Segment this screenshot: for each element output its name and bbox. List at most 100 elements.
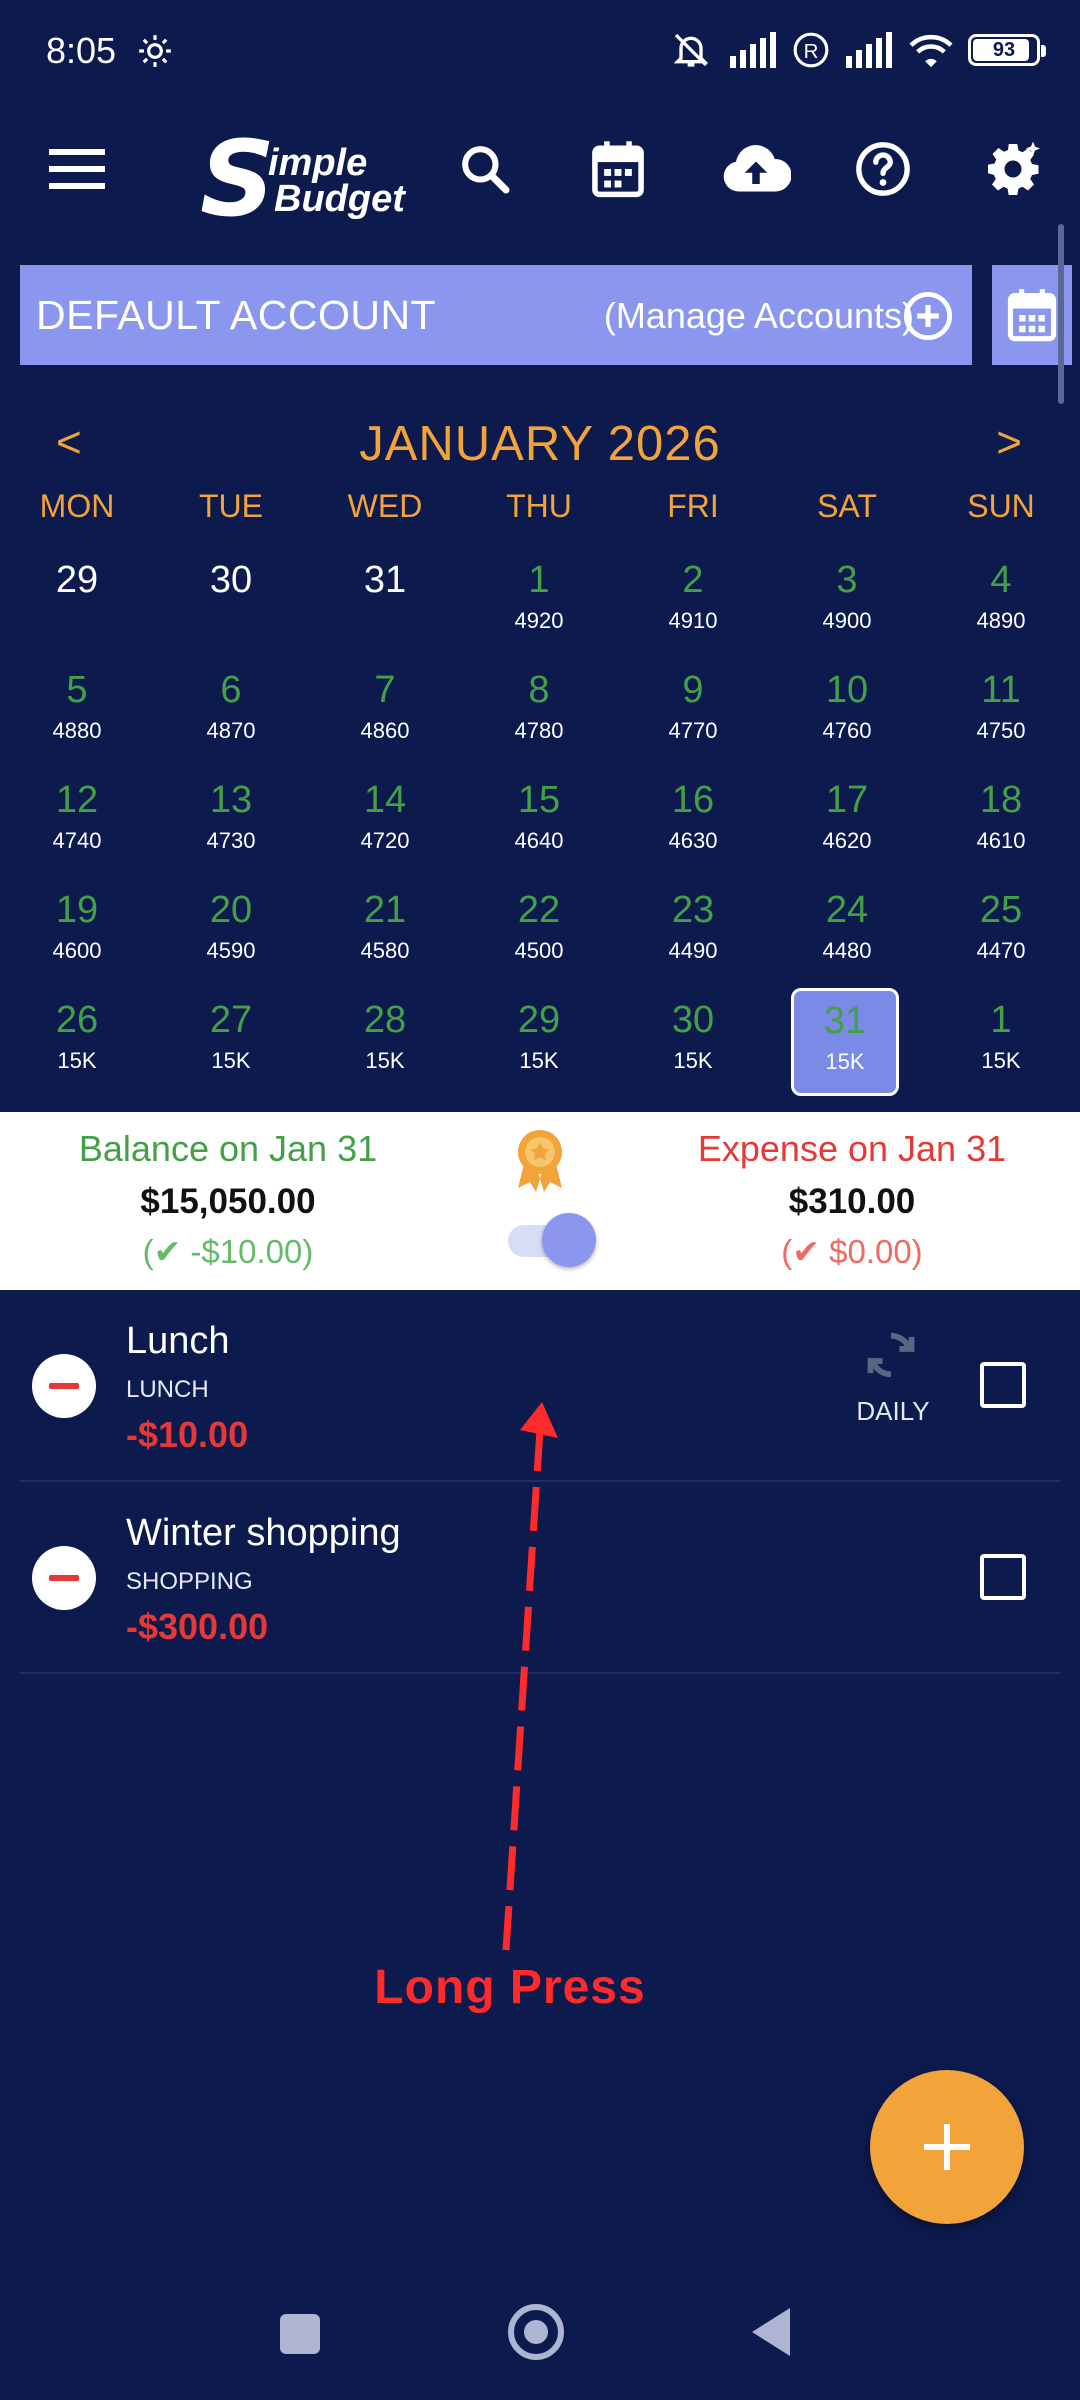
expense-amount: $310.00 <box>788 1182 916 1221</box>
day-number: 29 <box>517 999 561 1041</box>
delete-transaction-button[interactable] <box>32 1354 96 1418</box>
day-number: 12 <box>55 779 99 821</box>
add-circle-icon[interactable] <box>902 290 954 342</box>
calendar-day[interactable]: 6 4870 <box>177 660 285 768</box>
calendar-day[interactable]: 23 4490 <box>639 880 747 988</box>
system-nav-bar <box>0 2280 1080 2400</box>
day-balance: 4780 <box>514 718 564 743</box>
day-number: 7 <box>374 669 396 711</box>
settings-button[interactable] <box>978 134 1048 204</box>
calendar-day[interactable]: 5 4880 <box>23 660 131 768</box>
calendar-day[interactable]: 24 4480 <box>793 880 901 988</box>
transaction-checkbox[interactable] <box>980 1554 1026 1600</box>
add-transaction-button[interactable] <box>870 2070 1024 2224</box>
status-time: 8:05 <box>46 30 117 71</box>
day-number: 1 <box>528 559 550 601</box>
transaction-category: LUNCH <box>126 1376 209 1403</box>
toggle-knob <box>542 1213 596 1267</box>
transaction-amount: -$10.00 <box>126 1414 249 1455</box>
repeat-frequency: DAILY <box>856 1396 930 1426</box>
logo-letter: S <box>200 118 275 240</box>
recent-apps-button[interactable] <box>280 2314 320 2354</box>
calendar-day[interactable]: 25 4470 <box>947 880 1055 988</box>
calendar-day[interactable]: 22 4500 <box>485 880 593 988</box>
next-month-button[interactable]: > <box>996 418 1022 468</box>
weekday-label: MON <box>39 488 115 524</box>
calendar-day[interactable]: 11 4750 <box>947 660 1055 768</box>
calendar-button[interactable] <box>583 134 653 204</box>
day-number: 28 <box>363 999 407 1041</box>
app-logo: S imple Budget <box>200 118 420 240</box>
calendar-day[interactable]: 26 15K <box>23 990 131 1098</box>
weekday-label: FRI <box>667 488 719 524</box>
transaction-checkbox[interactable] <box>980 1362 1026 1408</box>
day-balance: 4590 <box>206 938 256 963</box>
calendar-day[interactable]: 14 4720 <box>331 770 439 878</box>
calendar-day[interactable]: 19 4600 <box>23 880 131 988</box>
calendar-day[interactable]: 1 4920 <box>485 550 593 658</box>
day-balance: 4640 <box>514 828 564 853</box>
day-balance: 15K <box>673 1048 713 1073</box>
calendar-day[interactable]: 1 15K <box>947 990 1055 1098</box>
day-number: 10 <box>825 669 869 711</box>
signal-strength-2-icon <box>846 32 892 68</box>
day-number: 11 <box>981 669 1021 711</box>
calendar-day-selected[interactable]: 31 15K <box>791 988 899 1096</box>
day-number: 26 <box>55 999 99 1041</box>
delete-transaction-button[interactable] <box>32 1546 96 1610</box>
calendar-day[interactable]: 10 4760 <box>793 660 901 768</box>
weekday-label: SUN <box>967 488 1035 524</box>
day-balance: 4490 <box>668 938 718 963</box>
day-number: 21 <box>363 889 407 931</box>
day-number: 5 <box>66 669 88 711</box>
calendar-day[interactable]: 9 4770 <box>639 660 747 768</box>
calendar-day[interactable]: 20 4590 <box>177 880 285 988</box>
calendar-day[interactable]: 18 4610 <box>947 770 1055 878</box>
calendar-day[interactable]: 15 4640 <box>485 770 593 878</box>
long-press-arrow-annotation <box>502 1402 558 1951</box>
calendar-day[interactable]: 4 4890 <box>947 550 1055 658</box>
day-number: 30 <box>209 559 253 601</box>
back-button[interactable] <box>752 2308 790 2356</box>
home-button[interactable] <box>508 2304 564 2360</box>
calendar-day[interactable]: 2 4910 <box>639 550 747 658</box>
calendar-day[interactable]: 30 <box>177 550 285 658</box>
day-number: 9 <box>682 669 704 711</box>
weekday-label: SAT <box>817 488 877 524</box>
day-balance: 4890 <box>976 608 1026 633</box>
weekday-label: THU <box>506 488 572 524</box>
day-balance: 4720 <box>360 828 410 853</box>
calendar-day[interactable]: 3 4900 <box>793 550 901 658</box>
weekday-label: WED <box>347 488 423 524</box>
manage-accounts-link[interactable]: (Manage Accounts) <box>604 295 914 337</box>
day-number: 4 <box>990 559 1012 601</box>
cloud-upload-icon <box>723 145 791 192</box>
balance-amount: $15,050.00 <box>140 1182 316 1221</box>
calendar-day[interactable]: 17 4620 <box>793 770 901 878</box>
calendar-day[interactable]: 7 4860 <box>331 660 439 768</box>
day-number: 16 <box>671 779 715 821</box>
calendar-day[interactable]: 8 4780 <box>485 660 593 768</box>
day-balance: 4740 <box>52 828 102 853</box>
help-button[interactable] <box>848 134 918 204</box>
balance-title: Balance on Jan 31 <box>78 1128 378 1169</box>
calendar-day[interactable]: 16 4630 <box>639 770 747 878</box>
search-button[interactable] <box>450 134 520 204</box>
menu-button[interactable] <box>42 134 112 204</box>
day-balance: 4610 <box>976 828 1026 853</box>
calendar-day[interactable]: 21 4580 <box>331 880 439 988</box>
calendar-day[interactable]: 12 4740 <box>23 770 131 878</box>
account-selector[interactable]: DEFAULT ACCOUNT (Manage Accounts) <box>20 265 972 365</box>
scrollbar[interactable] <box>1058 224 1064 404</box>
day-balance: 4880 <box>52 718 102 743</box>
calendar-day[interactable]: 28 15K <box>331 990 439 1098</box>
calendar-day[interactable]: 13 4730 <box>177 770 285 878</box>
calendar-day[interactable]: 31 <box>331 550 439 658</box>
calendar-day[interactable]: 27 15K <box>177 990 285 1098</box>
calendar-day[interactable]: 30 15K <box>639 990 747 1098</box>
settings-gear-status-icon <box>139 35 171 67</box>
cloud-upload-button[interactable] <box>716 134 796 204</box>
calendar-day[interactable]: 29 15K <box>485 990 593 1098</box>
summary-toggle[interactable] <box>506 1213 596 1267</box>
calendar-day[interactable]: 29 <box>23 550 131 658</box>
